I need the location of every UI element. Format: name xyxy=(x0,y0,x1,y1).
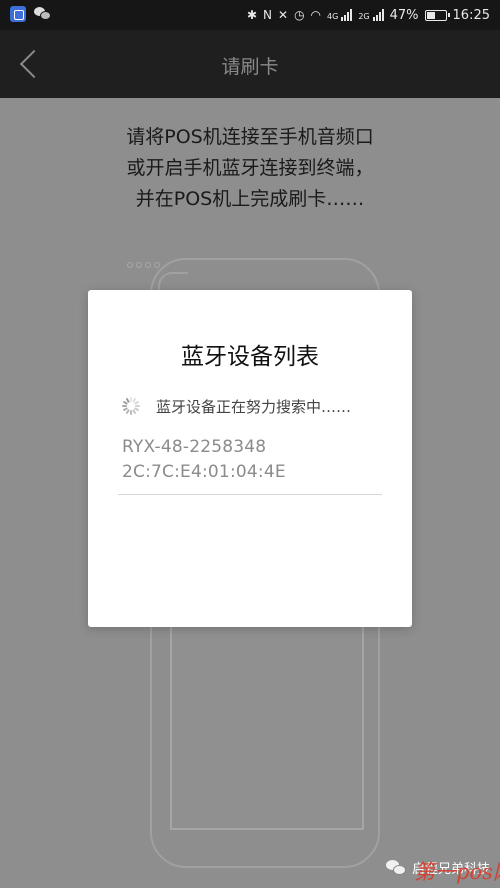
signal-2g-icon: 2G xyxy=(358,9,384,21)
watermark-site: 第一pos网 xyxy=(414,860,500,884)
app-notification-icon xyxy=(10,6,26,22)
network2-label: 2G xyxy=(358,12,370,21)
battery-icon xyxy=(424,9,450,21)
nav-header: 请刷卡 xyxy=(0,30,500,98)
bluetooth-icon: ✱ xyxy=(246,8,258,22)
clock: 16:25 xyxy=(452,7,490,23)
pos-plug-icon xyxy=(127,262,167,270)
searching-status: 蓝牙设备正在努力搜索中…… xyxy=(122,396,351,416)
device-name: RYX-48-2258348 xyxy=(122,437,267,457)
list-divider xyxy=(118,494,382,495)
wifi-icon: ◠ xyxy=(310,8,322,22)
battery-percent: 47% xyxy=(389,7,419,23)
wechat-icon xyxy=(386,858,408,876)
alarm-icon: ◷ xyxy=(294,8,305,22)
instruction-line-2: 或开启手机蓝牙连接到终端， xyxy=(126,157,374,179)
loading-spinner-icon xyxy=(122,397,140,415)
instruction-line-1: 请将POS机连接至手机音频口 xyxy=(126,126,374,148)
wechat-icon xyxy=(34,6,52,22)
instruction-line-3: 并在POS机上完成刷卡…… xyxy=(135,188,365,210)
phone-screen-illustration xyxy=(170,620,364,830)
watermark: 启程兄弟科技 第一pos网 xyxy=(386,852,500,884)
swipe-instructions: 请将POS机连接至手机音频口 或开启手机蓝牙连接到终端， 并在POS机上完成刷卡… xyxy=(0,122,500,215)
notification-icons xyxy=(10,6,52,22)
system-indicators: ✱ N ✕ ◷ ◠ 4G 2G 47% 16:25 xyxy=(247,0,490,30)
device-mac-address: 2C:7C:E4:01:04:4E xyxy=(122,462,286,482)
page-title: 请刷卡 xyxy=(221,56,279,78)
bluetooth-device-dialog: 蓝牙设备列表 蓝牙设备正在努力搜索中…… RYX-48-2258348 2C:7… xyxy=(88,290,412,627)
signal-4g-icon: 4G xyxy=(327,9,353,21)
status-bar: ✱ N ✕ ◷ ◠ 4G 2G 47% 16:25 xyxy=(0,0,500,30)
mute-icon: ✕ xyxy=(278,8,289,22)
nfc-icon: N xyxy=(263,8,272,22)
device-list-item[interactable]: RYX-48-2258348 2C:7C:E4:01:04:4E xyxy=(122,435,382,485)
network-label: 4G xyxy=(327,12,339,21)
dialog-title: 蓝牙设备列表 xyxy=(181,344,319,370)
searching-text: 蓝牙设备正在努力搜索中…… xyxy=(156,397,352,416)
